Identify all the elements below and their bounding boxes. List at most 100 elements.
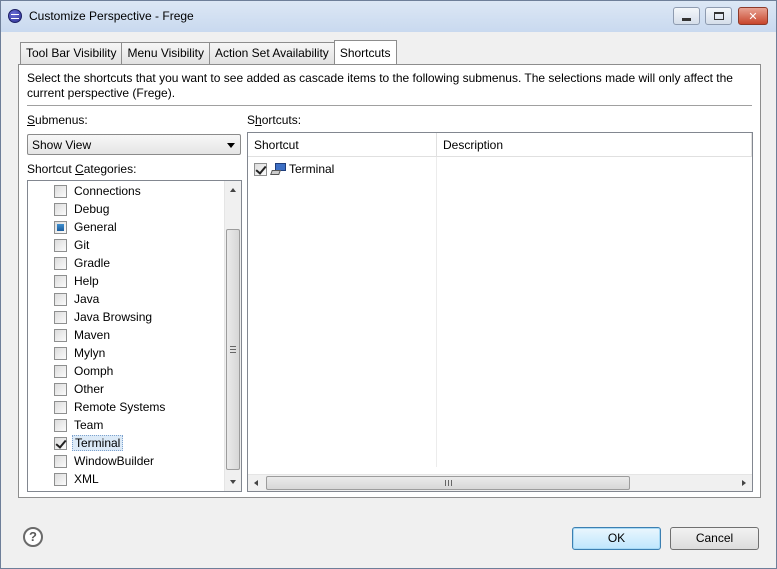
tab-strip: Tool Bar Visibility Menu Visibility Acti… <box>20 40 397 64</box>
minimize-button[interactable] <box>673 7 700 25</box>
category-gradle[interactable]: Gradle <box>54 254 112 272</box>
scrollbar-thumb[interactable] <box>226 229 240 470</box>
category-windowbuilder[interactable]: WindowBuilder <box>54 452 156 470</box>
submenu-select-value: Show View <box>32 138 92 152</box>
category-general[interactable]: General <box>54 218 119 236</box>
category-remote-systems[interactable]: Remote Systems <box>54 398 167 416</box>
instructions-line-1: Select the shortcuts that you want to se… <box>27 71 733 85</box>
tab-tool-bar-visibility[interactable]: Tool Bar Visibility <box>20 42 123 64</box>
category-checkbox[interactable] <box>54 454 67 468</box>
category-label: Terminal <box>72 435 124 451</box>
category-checkbox[interactable] <box>54 256 67 270</box>
category-team[interactable]: Team <box>54 416 105 434</box>
category-checkbox[interactable] <box>54 238 67 252</box>
category-label: Other <box>74 382 105 396</box>
submenu-select[interactable]: Show View <box>27 134 241 155</box>
category-checkbox[interactable] <box>54 292 67 306</box>
category-checkbox[interactable] <box>54 184 67 198</box>
category-checkbox[interactable] <box>54 436 67 450</box>
category-label: Help <box>74 274 99 288</box>
help-icon[interactable]: ? <box>23 527 43 547</box>
scroll-right-arrow-icon[interactable] <box>742 480 746 486</box>
categories-label-pre: Shortcut <box>27 162 76 176</box>
shortcut-name: Terminal <box>289 162 335 176</box>
tab-menu-visibility[interactable]: Menu Visibility <box>121 42 210 64</box>
scrollbar-thumb[interactable] <box>266 476 630 490</box>
category-checkbox[interactable] <box>54 400 67 414</box>
category-checkbox[interactable] <box>54 472 67 486</box>
category-checkbox[interactable] <box>54 364 67 378</box>
category-label: Team <box>74 418 104 432</box>
category-label: Connections <box>74 184 141 198</box>
eclipse-icon <box>8 9 22 23</box>
category-git[interactable]: Git <box>54 236 91 254</box>
customize-perspective-dialog: Customize Perspective - Frege ✕ Tool Bar… <box>0 0 777 569</box>
minimize-icon <box>682 17 691 21</box>
category-label: Oomph <box>74 364 114 378</box>
category-checkbox[interactable] <box>54 328 67 342</box>
instructions-line-2: current perspective (Frege). <box>27 86 176 100</box>
maximize-button[interactable] <box>705 7 732 25</box>
ok-button[interactable]: OK <box>572 527 661 550</box>
category-checkbox[interactable] <box>54 220 67 234</box>
grip-icon <box>445 480 452 486</box>
shortcut-checkbox[interactable] <box>254 162 267 176</box>
category-connections[interactable]: Connections <box>54 182 143 200</box>
category-label: Mylyn <box>74 346 106 360</box>
cancel-button[interactable]: Cancel <box>670 527 759 550</box>
category-terminal[interactable]: Terminal <box>54 434 124 452</box>
scroll-down-arrow-icon[interactable] <box>230 480 236 484</box>
shortcuts-label-pre: S <box>247 113 256 127</box>
chevron-down-icon[interactable] <box>227 143 235 148</box>
shortcuts-label-rest: ortcuts: <box>261 113 302 127</box>
shortcuts-horizontal-scrollbar[interactable] <box>248 474 752 491</box>
category-checkbox[interactable] <box>54 274 67 288</box>
close-button[interactable]: ✕ <box>738 7 768 25</box>
category-label: General <box>74 220 117 234</box>
category-label: WindowBuilder <box>74 454 155 468</box>
window-title: Customize Perspective - Frege <box>29 9 194 23</box>
category-help[interactable]: Help <box>54 272 101 290</box>
category-checkbox[interactable] <box>54 418 67 432</box>
category-mylyn[interactable]: Mylyn <box>54 344 107 362</box>
category-maven[interactable]: Maven <box>54 326 112 344</box>
shortcuts-label-accel: h <box>255 113 262 127</box>
submenus-label-rest: ubmenus: <box>35 113 88 127</box>
tab-action-set-availability[interactable]: Action Set Availability <box>208 42 335 64</box>
category-label: XML <box>74 472 99 486</box>
category-xml[interactable]: XML <box>54 470 101 488</box>
column-header-shortcut[interactable]: Shortcut <box>248 133 437 157</box>
scroll-left-arrow-icon[interactable] <box>254 480 258 486</box>
category-label: Remote Systems <box>74 400 166 414</box>
category-debug[interactable]: Debug <box>54 200 111 218</box>
categories-vertical-scrollbar[interactable] <box>224 181 241 491</box>
maximize-icon <box>713 12 724 20</box>
category-label: Git <box>74 238 90 252</box>
category-label: Java <box>74 292 100 306</box>
categories-label-rest: ategories: <box>83 162 137 176</box>
category-java-browsing[interactable]: Java Browsing <box>54 308 154 326</box>
category-checkbox[interactable] <box>54 310 67 324</box>
category-label: Debug <box>74 202 110 216</box>
separator <box>27 105 752 106</box>
category-checkbox[interactable] <box>54 346 67 360</box>
category-java[interactable]: Java <box>54 290 101 308</box>
category-other[interactable]: Other <box>54 380 106 398</box>
category-label: Java Browsing <box>74 310 153 324</box>
category-checkbox[interactable] <box>54 202 67 216</box>
shortcut-categories-list[interactable]: Connections Debug General Git Gradle Hel… <box>27 180 242 492</box>
title-bar[interactable]: Customize Perspective - Frege ✕ <box>1 1 776 32</box>
table-row[interactable]: Terminal <box>254 160 334 178</box>
tab-shortcuts[interactable]: Shortcuts <box>333 40 397 64</box>
shortcuts-table[interactable]: Shortcut Description Terminal <box>247 132 753 492</box>
category-oomph[interactable]: Oomph <box>54 362 115 380</box>
categories-label-accel: C <box>75 162 84 176</box>
scroll-up-arrow-icon[interactable] <box>230 188 236 192</box>
category-label: Gradle <box>74 256 111 270</box>
category-checkbox[interactable] <box>54 382 67 396</box>
close-icon: ✕ <box>748 10 758 23</box>
categories-label: Shortcut Categories: <box>27 162 136 176</box>
submenus-label: Submenus: <box>27 113 88 127</box>
column-header-description[interactable]: Description <box>437 133 752 157</box>
category-label: Maven <box>74 328 111 342</box>
